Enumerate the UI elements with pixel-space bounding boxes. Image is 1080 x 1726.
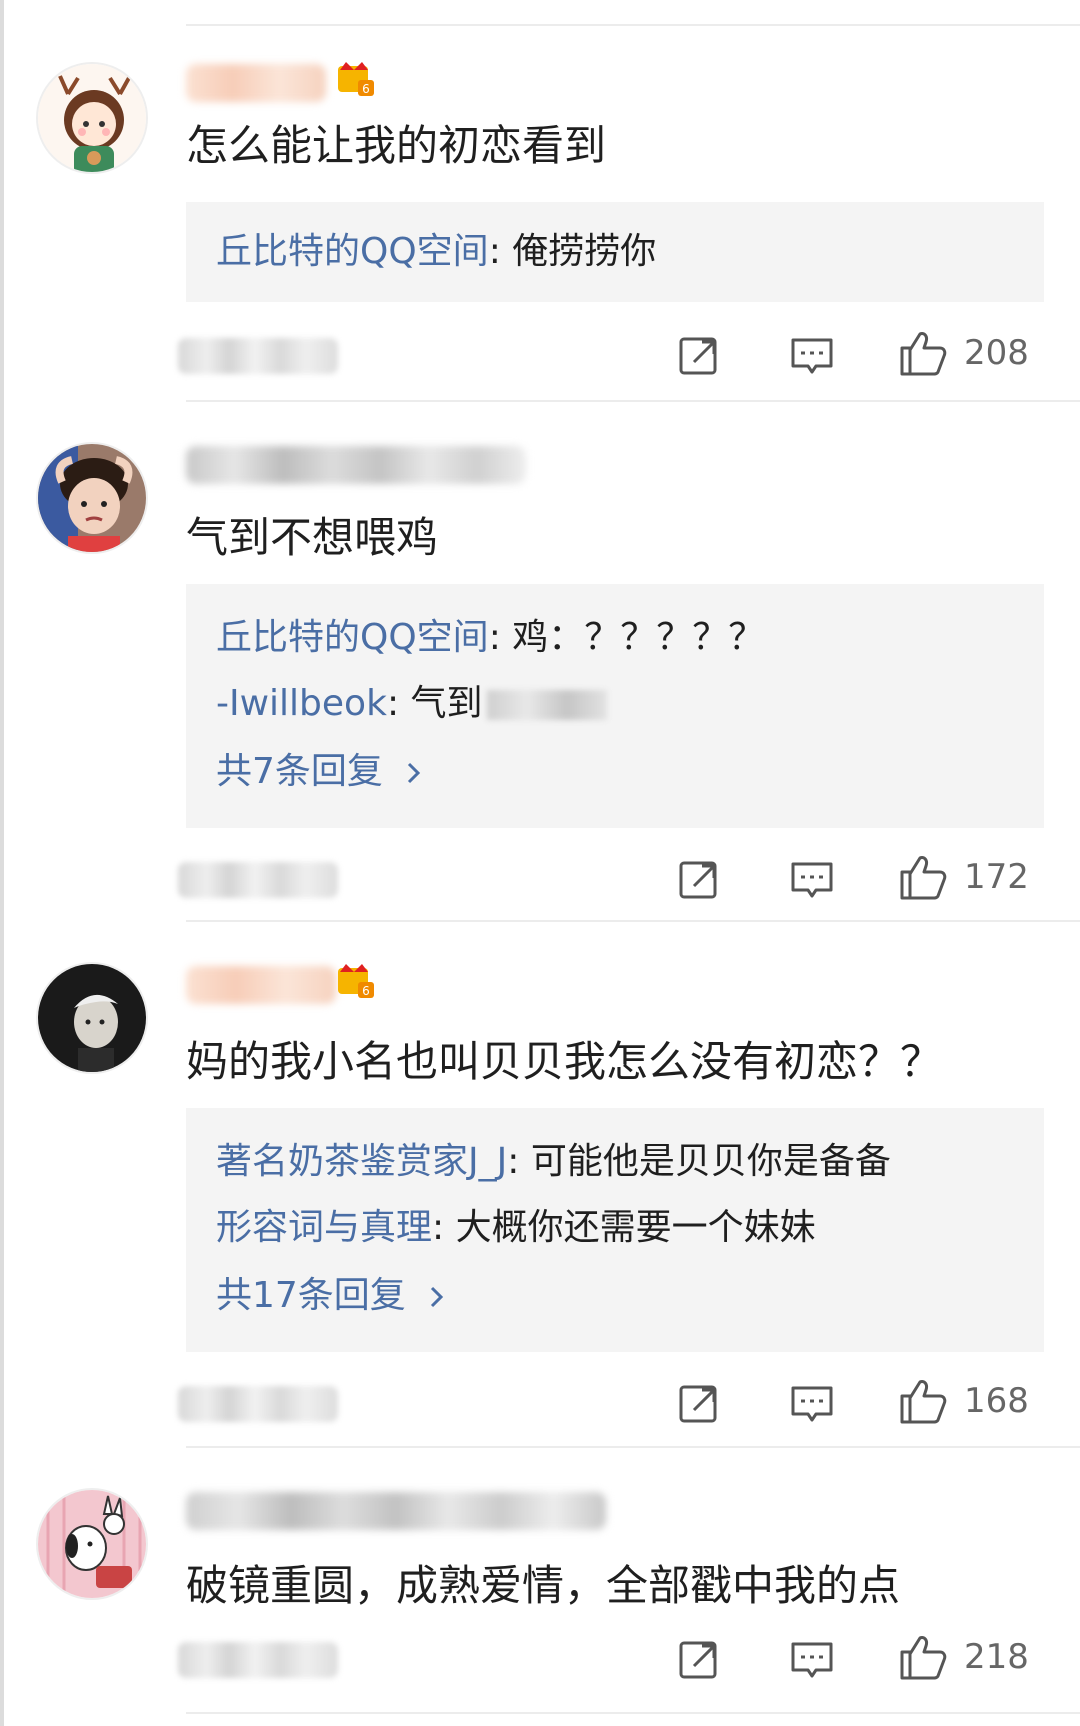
reply-author[interactable]: 丘比特的QQ空间	[216, 617, 489, 658]
like-count: 218	[964, 1637, 1029, 1677]
reply-author[interactable]: -Iwillbeok	[216, 683, 387, 724]
divider	[186, 24, 1080, 26]
comment-icon[interactable]	[788, 332, 836, 380]
avatar[interactable]	[36, 62, 148, 174]
username-blurred[interactable]	[186, 446, 526, 484]
comment-icon[interactable]	[788, 1380, 836, 1428]
crown-badge-icon: 6	[334, 56, 376, 98]
reply-line[interactable]: 形容词与真理: 大概你还需要一个妹妹	[216, 1204, 816, 1252]
reply-text: : 鸡：？？？？？	[488, 617, 765, 658]
thumbs-up-icon[interactable]	[898, 328, 948, 378]
reply-line[interactable]: -Iwillbeok: 气到	[216, 680, 607, 728]
svg-text:6: 6	[362, 984, 370, 998]
reply-text: : 气到	[386, 683, 483, 724]
share-icon[interactable]	[676, 856, 724, 904]
comment-feed: 6 怎么能让我的初恋看到 丘比特的QQ空间: 俺捞捞你 208 气到不想喂鸡 丘…	[0, 0, 1080, 1726]
timestamp-blurred	[178, 338, 338, 374]
avatar[interactable]	[36, 442, 148, 554]
like-count: 168	[964, 1381, 1029, 1421]
reply-text: : 大概你还需要一个妹妹	[432, 1207, 816, 1248]
username-blurred[interactable]	[186, 1492, 606, 1530]
crown-badge-icon: 6	[334, 958, 376, 1000]
timestamp-blurred	[178, 1642, 338, 1678]
left-edge	[0, 0, 4, 1726]
reply-author[interactable]: 著名奶茶鉴赏家J_J	[216, 1141, 507, 1182]
reply-line[interactable]: 著名奶茶鉴赏家J_J: 可能他是贝贝你是备备	[216, 1138, 891, 1186]
reply-author[interactable]: 形容词与真理	[216, 1207, 432, 1248]
more-replies-label: 共17条回复	[216, 1275, 406, 1316]
reply-line[interactable]: 丘比特的QQ空间: 鸡：？？？？？	[216, 614, 764, 662]
username-blurred[interactable]	[186, 966, 336, 1004]
more-replies-link[interactable]: 共7条回复	[216, 748, 424, 796]
share-icon[interactable]	[676, 1380, 724, 1428]
share-icon[interactable]	[676, 1636, 724, 1684]
reply-text: : 可能他是贝贝你是备备	[507, 1141, 891, 1182]
timestamp-blurred	[178, 1386, 338, 1422]
chevron-right-icon	[404, 748, 424, 796]
divider	[186, 1446, 1080, 1448]
share-icon[interactable]	[676, 332, 724, 380]
thumbs-up-icon[interactable]	[898, 852, 948, 902]
reply-text: : 俺捞捞你	[488, 231, 657, 272]
reply-box[interactable]: 丘比特的QQ空间: 鸡：？？？？？ -Iwillbeok: 气到 共7条回复	[186, 584, 1044, 828]
username-blurred[interactable]	[186, 64, 326, 102]
avatar[interactable]	[36, 1488, 148, 1600]
reply-blurred	[486, 690, 607, 720]
thumbs-up-icon[interactable]	[898, 1632, 948, 1682]
more-replies-label: 共7条回复	[216, 751, 383, 792]
reply-box[interactable]: 著名奶茶鉴赏家J_J: 可能他是贝贝你是备备 形容词与真理: 大概你还需要一个妹…	[186, 1108, 1044, 1352]
avatar[interactable]	[36, 962, 148, 1074]
comment-text: 妈的我小名也叫贝贝我怎么没有初恋？？	[186, 1037, 943, 1086]
comment-text: 破镜重圆，成熟爱情，全部戳中我的点	[186, 1561, 901, 1610]
divider	[186, 1712, 1080, 1714]
divider	[186, 920, 1080, 922]
reply-line[interactable]: 丘比特的QQ空间: 俺捞捞你	[216, 228, 656, 276]
reply-author[interactable]: 丘比特的QQ空间	[216, 231, 489, 272]
like-count: 208	[964, 333, 1029, 373]
like-count: 172	[964, 857, 1029, 897]
reply-box[interactable]: 丘比特的QQ空间: 俺捞捞你	[186, 202, 1044, 302]
chevron-right-icon	[427, 1272, 447, 1320]
more-replies-link[interactable]: 共17条回复	[216, 1272, 447, 1320]
comment-icon[interactable]	[788, 856, 836, 904]
comment-icon[interactable]	[788, 1636, 836, 1684]
thumbs-up-icon[interactable]	[898, 1376, 948, 1426]
svg-text:6: 6	[362, 82, 370, 96]
timestamp-blurred	[178, 862, 338, 898]
divider	[186, 400, 1080, 402]
comment-text: 怎么能让我的初恋看到	[186, 121, 607, 170]
comment-text: 气到不想喂鸡	[186, 513, 439, 562]
